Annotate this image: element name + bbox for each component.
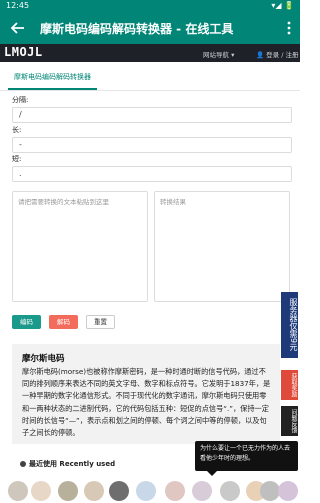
output-textarea[interactable]: 转换结果 bbox=[154, 191, 290, 302]
tab-bar: 摩斯电码编码解码转换器 bbox=[0, 66, 300, 91]
status-time: 12:45 bbox=[6, 1, 30, 10]
avatar[interactable] bbox=[84, 481, 104, 501]
avatar[interactable] bbox=[165, 481, 185, 501]
avatar[interactable] bbox=[8, 481, 28, 501]
input-textarea[interactable]: 请把需要转换的文本粘贴到这里 bbox=[12, 191, 148, 302]
avatar[interactable] bbox=[31, 481, 51, 501]
site-header: LMOJL 网站导航 ▾ 👤 登录 / 注册 bbox=[0, 44, 300, 62]
separator-field[interactable]: / bbox=[12, 107, 292, 123]
avatar[interactable] bbox=[58, 481, 78, 501]
reset-button[interactable]: 重置 bbox=[86, 315, 115, 329]
separator-label: 分隔: bbox=[12, 96, 29, 104]
app-title: 摩斯电码编码解码转换器 - 在线工具 bbox=[40, 22, 234, 36]
avatar[interactable] bbox=[278, 481, 298, 501]
info-card: 摩尔斯电码 摩尔斯电码(morse)也被称作摩斯密码，是一种时通时断的信号代码，… bbox=[12, 344, 280, 444]
site-nav-menu[interactable]: 网站导航 ▾ bbox=[203, 49, 234, 59]
avatar[interactable] bbox=[260, 481, 280, 501]
info-heading: 摩尔斯电码 bbox=[22, 354, 65, 364]
feedback-button[interactable]: 问题反馈 bbox=[281, 406, 298, 436]
avatar[interactable] bbox=[136, 481, 156, 501]
short-label: 短: bbox=[12, 155, 22, 163]
avatar[interactable] bbox=[192, 481, 212, 501]
decode-button[interactable]: 解码 bbox=[49, 315, 78, 329]
app-bar: 摩斯电码编码解码转换器 - 在线工具 bbox=[0, 12, 300, 44]
back-arrow-icon[interactable] bbox=[10, 20, 26, 36]
recent-bullet-icon bbox=[20, 461, 26, 467]
encode-button[interactable]: 编码 bbox=[12, 315, 41, 329]
recent-title: 最近使用 Recently used bbox=[29, 460, 116, 468]
reward-button[interactable]: 获取奖励 bbox=[281, 370, 298, 400]
login-link[interactable]: 👤 登录 / 注册 bbox=[256, 49, 298, 59]
more-vert-icon[interactable] bbox=[284, 20, 294, 36]
avatar[interactable] bbox=[220, 481, 240, 501]
short-field[interactable]: . bbox=[12, 166, 292, 182]
avatar[interactable] bbox=[109, 481, 129, 501]
server-promo-button[interactable]: 服务器仅需9元 bbox=[281, 292, 298, 358]
quote-tooltip: 为什么要让一个已无力作为的人去看他少年时的理想。 bbox=[195, 441, 298, 476]
status-icons: ▾◢ 🔋 bbox=[271, 1, 294, 10]
recent-section: 最近使用 Recently used bbox=[20, 459, 115, 469]
site-logo[interactable]: LMOJL bbox=[4, 45, 43, 59]
info-body: 摩尔斯电码(morse)也被称作摩斯密码，是一种时通时断的信号代码，通过不同的排… bbox=[22, 367, 271, 438]
long-label: 长: bbox=[12, 126, 22, 134]
status-bar: 12:45 ▾◢ 🔋 bbox=[0, 0, 300, 12]
long-field[interactable]: - bbox=[12, 137, 292, 153]
tab-morse-converter[interactable]: 摩斯电码编码解码转换器 bbox=[8, 66, 97, 90]
recent-avatars bbox=[0, 479, 300, 503]
